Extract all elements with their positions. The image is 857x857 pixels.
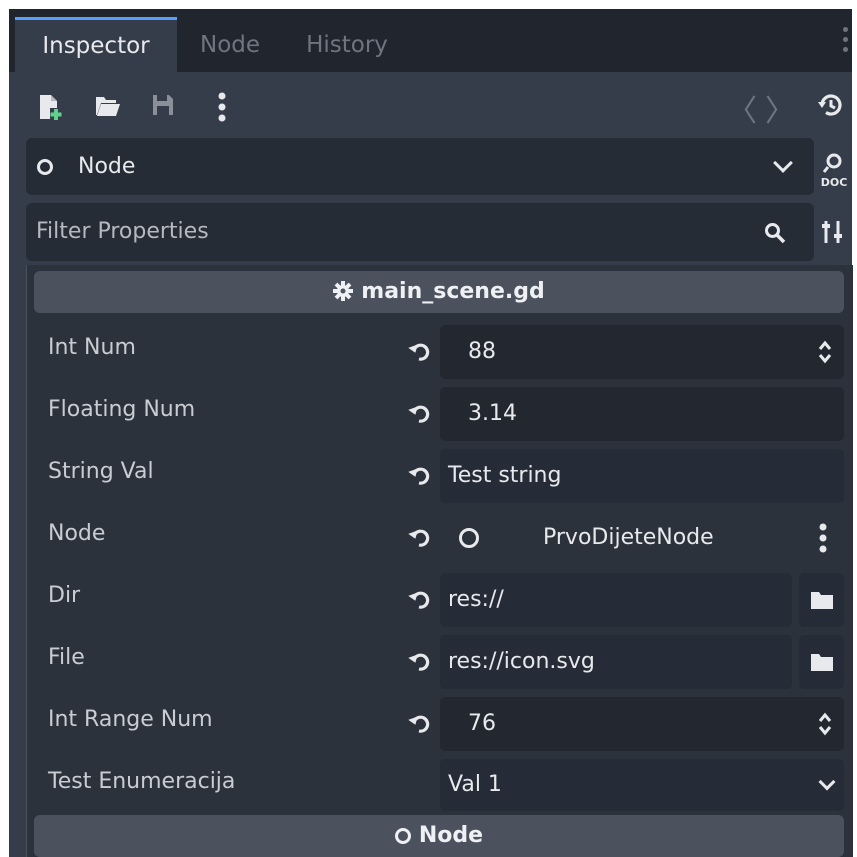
forward-arrow-button[interactable]: 〉 (765, 86, 795, 130)
tab-history[interactable]: History (291, 19, 403, 72)
filter-placeholder: Filter Properties (36, 219, 209, 244)
property-label-floating-num: Floating Num (48, 397, 196, 422)
floating-num-value: 3.14 (468, 401, 517, 426)
inspector-toolbar: 〈 〉 (9, 72, 852, 138)
property-label-file: File (48, 645, 85, 670)
string-val-input[interactable]: Test string (440, 449, 844, 503)
script-section-title: main_scene.gd (361, 279, 545, 304)
more-vertical-icon[interactable] (218, 92, 226, 122)
file-path-input[interactable]: res://icon.svg (440, 635, 792, 689)
property-label-node: Node (48, 521, 106, 546)
tab-menu-icon[interactable] (840, 27, 850, 57)
folder-icon (811, 654, 833, 671)
node-circle-icon (459, 528, 479, 548)
chevron-down-icon (773, 153, 793, 173)
doc-button[interactable]: DOC (819, 151, 849, 191)
object-selector-label: Node (78, 154, 136, 179)
history-icon[interactable] (817, 91, 845, 119)
property-label-string-val: String Val (48, 459, 154, 484)
more-vertical-icon[interactable] (819, 523, 827, 553)
floating-num-spinbox[interactable]: 3.14 (440, 387, 844, 441)
dir-path-input[interactable]: res:// (440, 573, 792, 627)
node-circle-icon (37, 159, 53, 175)
node-section-header[interactable]: Node (34, 815, 844, 857)
tab-node[interactable]: Node (187, 19, 273, 72)
property-label-int-range-num: Int Range Num (48, 707, 213, 732)
revert-icon[interactable] (407, 710, 433, 736)
node-circle-icon (394, 828, 411, 844)
dir-path-value: res:// (448, 587, 504, 612)
node-path-value: PrvoDijeteNode (543, 525, 714, 550)
test-enumeracija-dropdown[interactable]: Val 1 (440, 759, 844, 811)
gear-icon (333, 281, 354, 301)
test-enumeracija-value: Val 1 (448, 772, 502, 797)
spinner-arrows-icon[interactable] (818, 339, 832, 365)
property-options-icon[interactable] (821, 219, 845, 245)
file-path-value: res://icon.svg (448, 649, 595, 674)
filter-properties-input[interactable]: Filter Properties (26, 203, 814, 261)
revert-icon[interactable] (407, 338, 433, 364)
search-icon (765, 223, 786, 244)
int-num-spinbox[interactable]: 88 (440, 325, 844, 379)
int-range-num-spinbox[interactable]: 76 (440, 697, 844, 751)
inspector-dock: Inspector Node History 〈 〉 Node DOC Filt… (9, 9, 853, 857)
revert-icon[interactable] (407, 648, 433, 674)
int-num-value: 88 (468, 339, 496, 364)
node-path-picker[interactable]: PrvoDijeteNode (440, 511, 844, 565)
revert-icon[interactable] (407, 400, 433, 426)
folder-icon (811, 592, 833, 609)
property-label-test-enumeracija: Test Enumeracija (48, 769, 236, 794)
string-val-value: Test string (448, 463, 562, 488)
property-label-int-num: Int Num (48, 335, 136, 360)
open-folder-icon[interactable] (95, 94, 121, 118)
tab-bar: Inspector Node History (9, 9, 852, 75)
chevron-down-icon (818, 773, 836, 791)
dir-browse-button[interactable] (799, 573, 844, 627)
save-icon[interactable] (152, 94, 174, 116)
property-label-dir: Dir (48, 583, 81, 608)
property-list: main_scene.gd Int Num 88 Floating Num 3.… (26, 265, 853, 857)
revert-icon[interactable] (407, 462, 433, 488)
int-range-num-value: 76 (468, 711, 496, 736)
revert-icon[interactable] (407, 586, 433, 612)
file-browse-button[interactable] (799, 635, 844, 689)
revert-icon[interactable] (407, 524, 433, 550)
tab-inspector[interactable]: Inspector (15, 17, 177, 75)
doc-label: DOC (821, 176, 848, 189)
script-section-header[interactable]: main_scene.gd (34, 271, 844, 313)
object-selector[interactable]: Node (26, 138, 814, 195)
new-resource-icon[interactable] (38, 94, 62, 120)
node-section-title: Node (418, 823, 484, 848)
back-arrow-button[interactable]: 〈 (727, 86, 757, 130)
spinner-arrows-icon[interactable] (818, 711, 832, 737)
